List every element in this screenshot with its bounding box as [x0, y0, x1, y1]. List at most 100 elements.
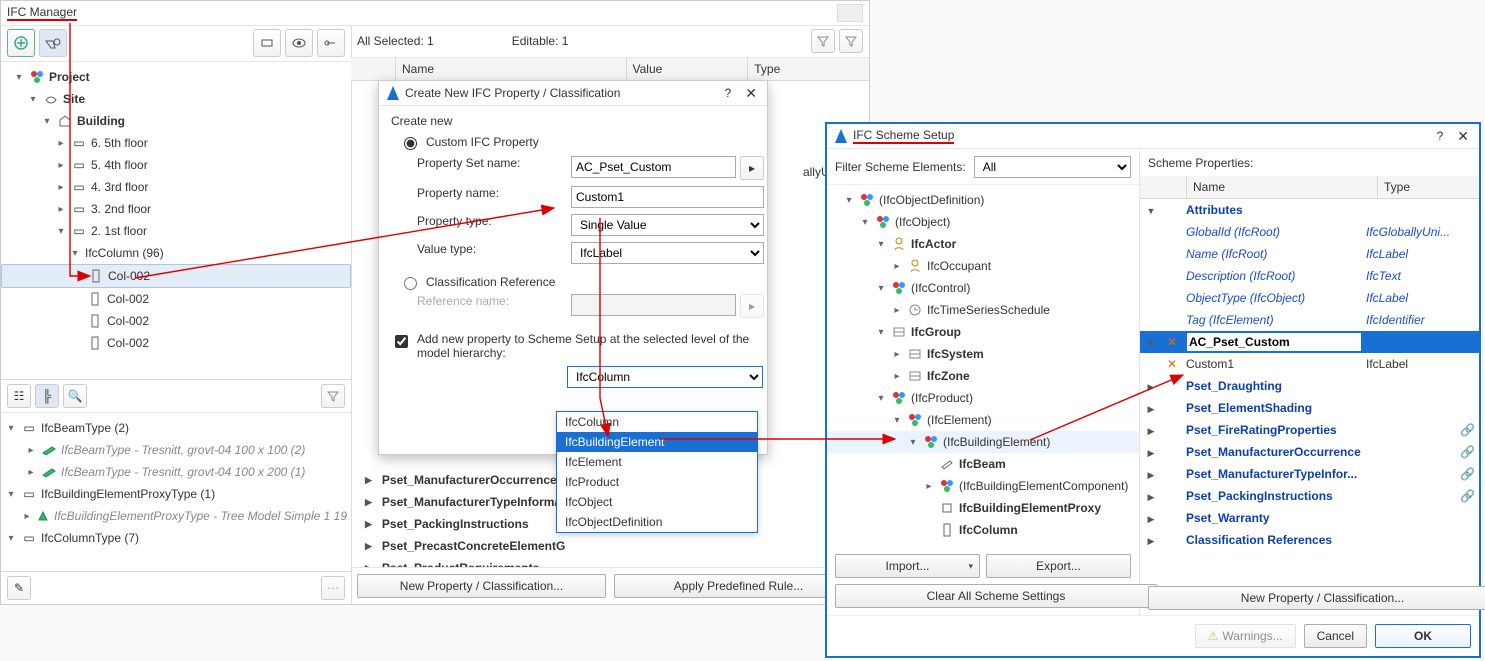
pset-row[interactable]: Pset_ProductRequirements [361, 557, 859, 567]
tree-column-item[interactable]: Col-002 [1, 310, 351, 332]
tree-floor[interactable]: ▸▭5. 4th floor [1, 154, 351, 176]
scheme-prop-row[interactable]: Tag (IfcElement)IfcIdentifier [1140, 309, 1479, 331]
tree-project[interactable]: ▾Project [1, 66, 351, 88]
search-icon[interactable]: 🔍 [63, 384, 87, 408]
header-type[interactable]: Type [748, 58, 869, 80]
add-to-scheme-check[interactable]: Add new property to Scheme Setup at the … [391, 332, 755, 360]
scheme-tree-item[interactable]: ▾IfcActor [827, 233, 1139, 255]
hierarchy-icon[interactable]: ☷ [7, 384, 31, 408]
scheme-tree-item[interactable]: ▾(IfcBuildingElement) [827, 431, 1139, 453]
custom-property-radio[interactable]: Custom IFC Property [399, 134, 755, 150]
types-item[interactable]: ▸IfcBeamType - Tresnitt, grovt-04 100 x … [1, 461, 351, 483]
scheme-tree-item[interactable]: IfcColumn [827, 519, 1139, 541]
scheme-prop-row[interactable]: ▶Classification References [1140, 529, 1479, 551]
scheme-tree-item[interactable]: ▸IfcOccupant [827, 255, 1139, 277]
hierarchy-level-select[interactable]: IfcColumn [567, 366, 763, 388]
pset-name-input[interactable] [571, 156, 736, 178]
tree-site[interactable]: ▾Site [1, 88, 351, 110]
delete-icon[interactable]: ✕ [1164, 335, 1180, 349]
types-beamtype[interactable]: ▾▭IfcBeamType (2) [1, 417, 351, 439]
project-tree[interactable]: ▾Project ▾Site ▾Building ▸▭6. 5th floor … [1, 62, 351, 379]
scheme-tree-item[interactable]: ▾(IfcControl) [827, 277, 1139, 299]
dropdown-item[interactable]: IfcProduct [557, 472, 757, 492]
scheme-prop-row[interactable]: Name (IfcRoot)IfcLabel [1140, 243, 1479, 265]
tree-floor[interactable]: ▸▭4. 3rd floor [1, 176, 351, 198]
tree-column-item[interactable]: Col-002 [1, 332, 351, 354]
add-icon[interactable] [7, 29, 35, 57]
scheme-tree-item[interactable]: ▾(IfcObject) [827, 211, 1139, 233]
tree-floor[interactable]: ▸▭6. 5th floor [1, 132, 351, 154]
pick-icon[interactable]: ▸ [740, 156, 764, 180]
dropdown-item[interactable]: IfcObject [557, 492, 757, 512]
types-tree[interactable]: ▾▭IfcBeamType (2) ▸IfcBeamType - Tresnit… [1, 413, 351, 571]
tree-column-item[interactable]: Col-002 [1, 288, 351, 310]
close-icon[interactable] [837, 4, 863, 22]
edit-icon[interactable]: ✎ [7, 576, 31, 600]
filter-eye-icon[interactable] [39, 29, 67, 57]
scheme-prop-row[interactable]: ✕Custom1IfcLabel [1140, 353, 1479, 375]
scheme-tree-item[interactable]: ▸IfcZone [827, 365, 1139, 387]
scheme-tree-item[interactable]: ▾(IfcObjectDefinition) [827, 189, 1139, 211]
header-type[interactable]: Type [1378, 176, 1479, 198]
close-icon[interactable]: ✕ [1453, 128, 1473, 145]
filter-icon[interactable] [321, 384, 345, 408]
scheme-prop-row[interactable]: ▶Pset_PackingInstructions🔗 [1140, 485, 1479, 507]
scheme-prop-row[interactable]: ▶Pset_Draughting [1140, 375, 1479, 397]
scheme-prop-row[interactable]: ▶Pset_ManufacturerTypeInfor...🔗 [1140, 463, 1479, 485]
value-type-select[interactable]: IfcLabel [571, 242, 764, 264]
types-coltype[interactable]: ▾▭IfcColumnType (7) [1, 527, 351, 549]
dropdown-item[interactable]: IfcObjectDefinition [557, 512, 757, 532]
scheme-prop-row[interactable]: ObjectType (IfcObject)IfcLabel [1140, 287, 1479, 309]
tree-floor[interactable]: ▸▭3. 2nd floor [1, 198, 351, 220]
dropdown-item[interactable]: IfcColumn [557, 412, 757, 432]
options-icon[interactable] [317, 29, 345, 57]
types-item[interactable]: ▸IfcBuildingElementProxyType - Tree Mode… [1, 505, 351, 527]
scheme-prop-row[interactable]: ▶Pset_ElementShading [1140, 397, 1479, 419]
types-item[interactable]: ▸IfcBeamType - Tresnitt, grovt-04 100 x … [1, 439, 351, 461]
prop-name-input[interactable] [571, 186, 764, 208]
tree-icon[interactable]: ╠ [35, 384, 59, 408]
tree-ifccolumn[interactable]: ▾IfcColumn (96) [1, 242, 351, 264]
classification-radio[interactable]: Classification Reference [399, 274, 755, 290]
clear-button[interactable]: Clear All Scheme Settings [835, 584, 1157, 608]
scheme-tree-item[interactable]: ▾(IfcElement) [827, 409, 1139, 431]
prop-type-select[interactable]: Single Value [571, 214, 764, 236]
ok-button[interactable]: OK [1375, 624, 1471, 648]
scheme-tree-item[interactable]: ▸(IfcBuildingElementComponent) [827, 475, 1139, 497]
header-name[interactable]: Name [1187, 176, 1378, 198]
hierarchy-level-dropdown[interactable]: IfcColumn IfcBuildingElement IfcElement … [556, 411, 758, 533]
eye-icon[interactable] [285, 29, 313, 57]
cancel-button[interactable]: Cancel [1304, 624, 1367, 648]
scheme-prop-row[interactable]: ▼✕AC_Pset_Custom [1140, 331, 1479, 353]
help-icon[interactable]: ? [1431, 129, 1450, 143]
scheme-tree-item[interactable]: ▸IfcTimeSeriesSchedule [827, 299, 1139, 321]
pset-row[interactable]: Pset_PrecastConcreteElementG [361, 535, 859, 557]
export-button[interactable]: Export... [986, 554, 1131, 578]
types-proxytype[interactable]: ▾▭IfcBuildingElementProxyType (1) [1, 483, 351, 505]
scheme-tree-item[interactable]: ▾(IfcProduct) [827, 387, 1139, 409]
filter-select[interactable]: All [974, 156, 1131, 178]
header-value[interactable]: Value [627, 58, 749, 80]
scheme-tree-item[interactable]: ▸IfcSystem [827, 343, 1139, 365]
new-property-button[interactable]: New Property / Classification... [1148, 586, 1485, 610]
scheme-prop-row[interactable]: Description (IfcRoot)IfcText [1140, 265, 1479, 287]
tree-floor[interactable]: ▾▭2. 1st floor [1, 220, 351, 242]
scheme-tree-item[interactable]: IfcBuildingElementProxy [827, 497, 1139, 519]
header-name[interactable]: Name [396, 58, 627, 80]
expand-width-icon[interactable] [253, 29, 281, 57]
scheme-props-list[interactable]: ▼AttributesGlobalId (IfcRoot)IfcGlobally… [1140, 199, 1479, 580]
scheme-prop-row[interactable]: ▶Pset_Warranty [1140, 507, 1479, 529]
scheme-prop-row[interactable]: ▶Pset_ManufacturerOccurrence🔗 [1140, 441, 1479, 463]
scheme-tree-item[interactable]: IfcBeam [827, 453, 1139, 475]
tree-column-item[interactable]: Col-002 [1, 264, 351, 288]
help-icon[interactable]: ? [719, 86, 738, 100]
scheme-prop-row[interactable]: ▶Pset_FireRatingProperties🔗 [1140, 419, 1479, 441]
delete-icon[interactable]: ✕ [1164, 357, 1180, 371]
more-icon[interactable]: ⋯ [321, 576, 345, 600]
dropdown-item[interactable]: IfcElement [557, 452, 757, 472]
filter-settings-icon[interactable] [811, 29, 835, 53]
close-icon[interactable]: ✕ [741, 85, 761, 102]
scheme-tree-item[interactable]: ▾IfcGroup [827, 321, 1139, 343]
scheme-tree[interactable]: ▾(IfcObjectDefinition)▾(IfcObject)▾IfcAc… [827, 184, 1139, 548]
new-property-button[interactable]: New Property / Classification... [357, 574, 606, 598]
